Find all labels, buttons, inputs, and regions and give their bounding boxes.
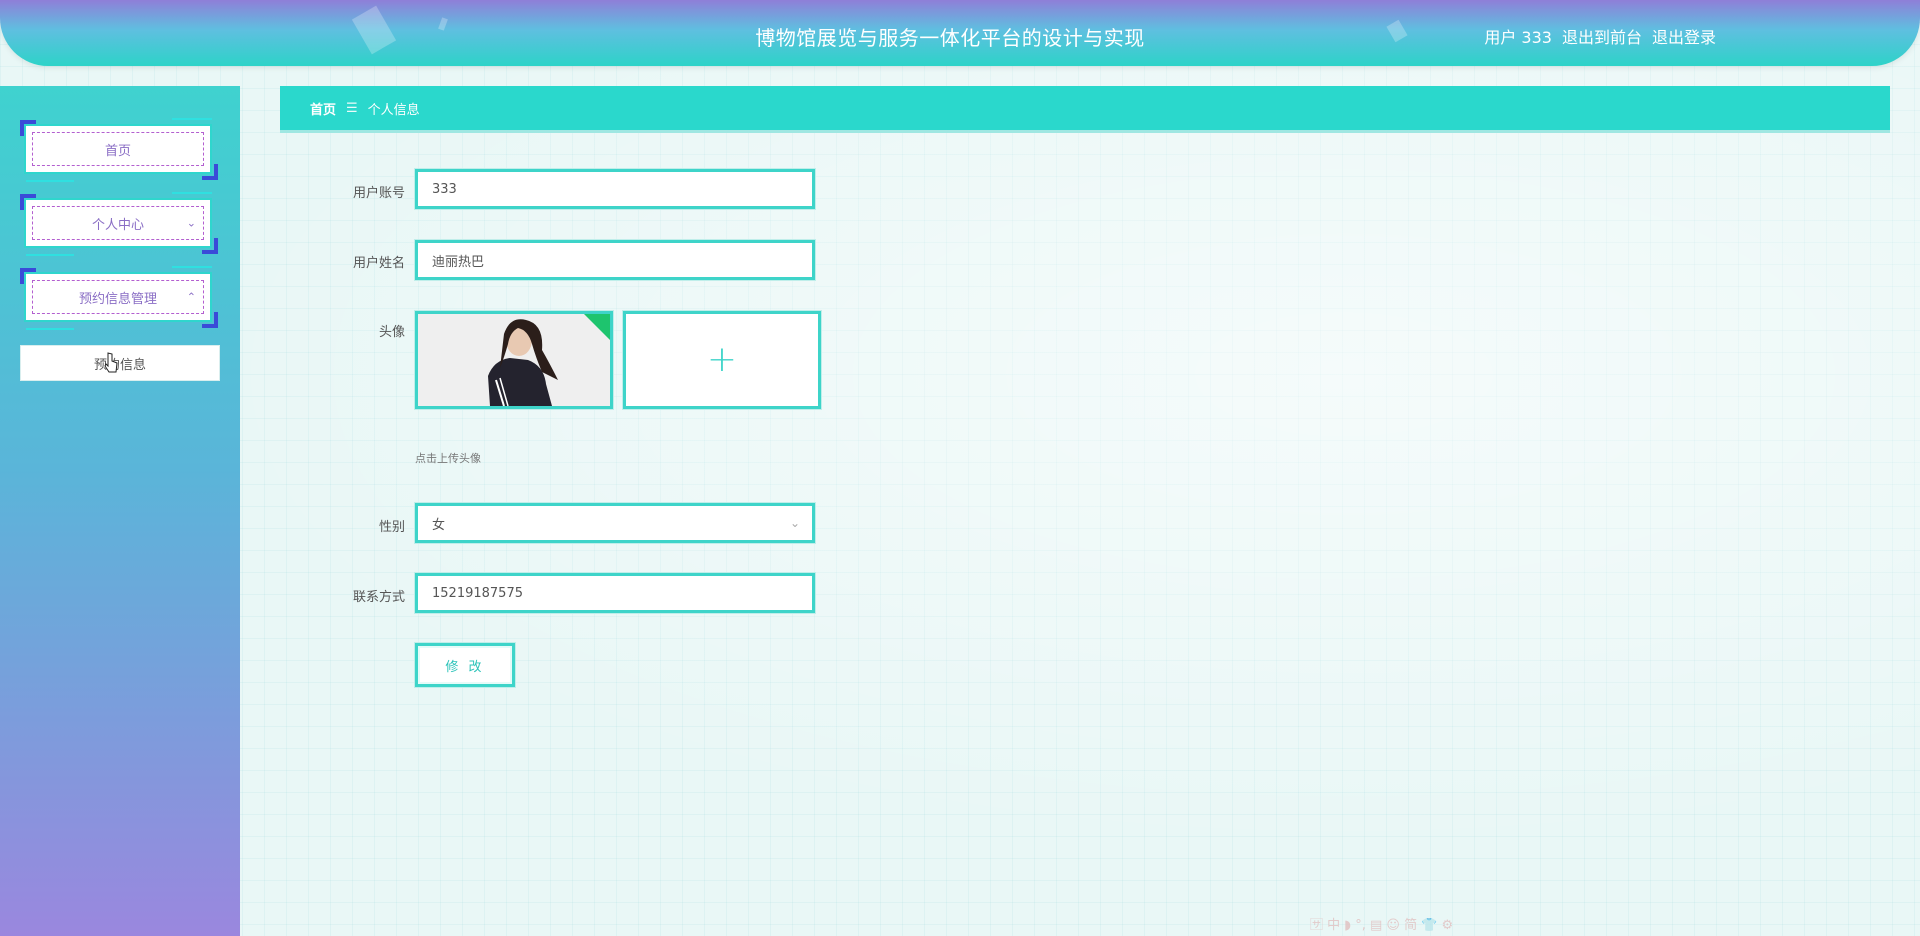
frame-corner (20, 194, 36, 210)
upload-tip: 点击上传头像 (415, 452, 481, 465)
chevron-up-icon: ⌃ (186, 290, 196, 304)
avatar-preview[interactable] (415, 311, 613, 409)
upload-success-badge (582, 314, 610, 342)
avatar-upload-button[interactable]: + (623, 311, 821, 409)
frame-corner (202, 238, 218, 254)
chevron-down-icon: ⌄ (186, 216, 196, 230)
phone-field[interactable]: 15219187575 (415, 573, 815, 613)
sidebar-item-label: 个人中心 (32, 206, 204, 240)
account-value: 333 (432, 181, 457, 197)
breadcrumb: 首页 ☰ 个人信息 (280, 86, 1890, 130)
logout-link[interactable]: 退出登录 (1652, 24, 1716, 48)
breadcrumb-current: 个人信息 (367, 102, 420, 118)
phone-label: 联系方式 (352, 590, 405, 605)
avatar-label: 头像 (378, 325, 405, 340)
plus-icon: + (706, 339, 738, 380)
account-field[interactable]: 333 (415, 169, 815, 209)
exit-to-front-link[interactable]: 退出到前台 (1562, 24, 1642, 48)
frame-corner (202, 164, 218, 180)
phone-value: 15219187575 (432, 585, 523, 601)
mouse-cursor-icon (104, 352, 118, 373)
menu-frame: 首页 (24, 124, 212, 174)
name-field[interactable]: 迪丽热巴 (415, 240, 815, 280)
sidebar-item-home[interactable]: 首页 (20, 118, 218, 182)
frame-corner (202, 312, 218, 328)
sidebar: 首页 个人中心 ⌄ 预约信息管理 ⌃ 预约信息 (0, 86, 240, 936)
frame-accent-line (26, 328, 74, 330)
name-value: 迪丽热巴 (432, 254, 485, 270)
breadcrumb-home[interactable]: 首页 (310, 99, 336, 118)
frame-accent-line (26, 254, 74, 256)
gender-label: 性别 (378, 520, 405, 535)
frame-corner (20, 120, 36, 136)
sidebar-subitem-reservation-info[interactable]: 预约信息 (20, 345, 220, 381)
menu-frame: 预约信息管理 ⌃ (24, 272, 212, 322)
sidebar-item-label: 首页 (32, 132, 204, 166)
save-button[interactable]: 修 改 (415, 643, 515, 687)
sidebar-item-label: 预约信息管理 (32, 280, 204, 314)
user-name-link[interactable]: 用户 333 (1484, 24, 1552, 48)
gender-value: 女 (432, 517, 446, 533)
frame-accent-line (172, 192, 212, 194)
menu-frame: 个人中心 ⌄ (24, 198, 212, 248)
menu-separator-icon: ☰ (346, 100, 358, 116)
header-user-area: 用户 333 退出到前台 退出登录 (1484, 24, 1716, 48)
frame-accent-line (26, 180, 74, 182)
frame-corner (20, 268, 36, 284)
top-header: 博物馆展览与服务一体化平台的设计与实现 用户 333 退出到前台 退出登录 (0, 0, 1920, 66)
frame-accent-line (172, 118, 212, 120)
sidebar-item-personal-center[interactable]: 个人中心 ⌄ (20, 192, 218, 256)
ime-toolbar: 🈂 中 ◗ °, ▤ ☺ 简 👕 ⚙ (1310, 918, 1454, 933)
chevron-down-icon: ⌄ (789, 516, 800, 530)
sidebar-item-reservation-management[interactable]: 预约信息管理 ⌃ (20, 266, 218, 330)
frame-accent-line (172, 266, 212, 268)
name-label: 用户姓名 (352, 256, 405, 271)
gender-select[interactable]: 女 ⌄ (415, 503, 815, 543)
account-label: 用户账号 (352, 186, 405, 201)
background-glow (0, 0, 1920, 936)
